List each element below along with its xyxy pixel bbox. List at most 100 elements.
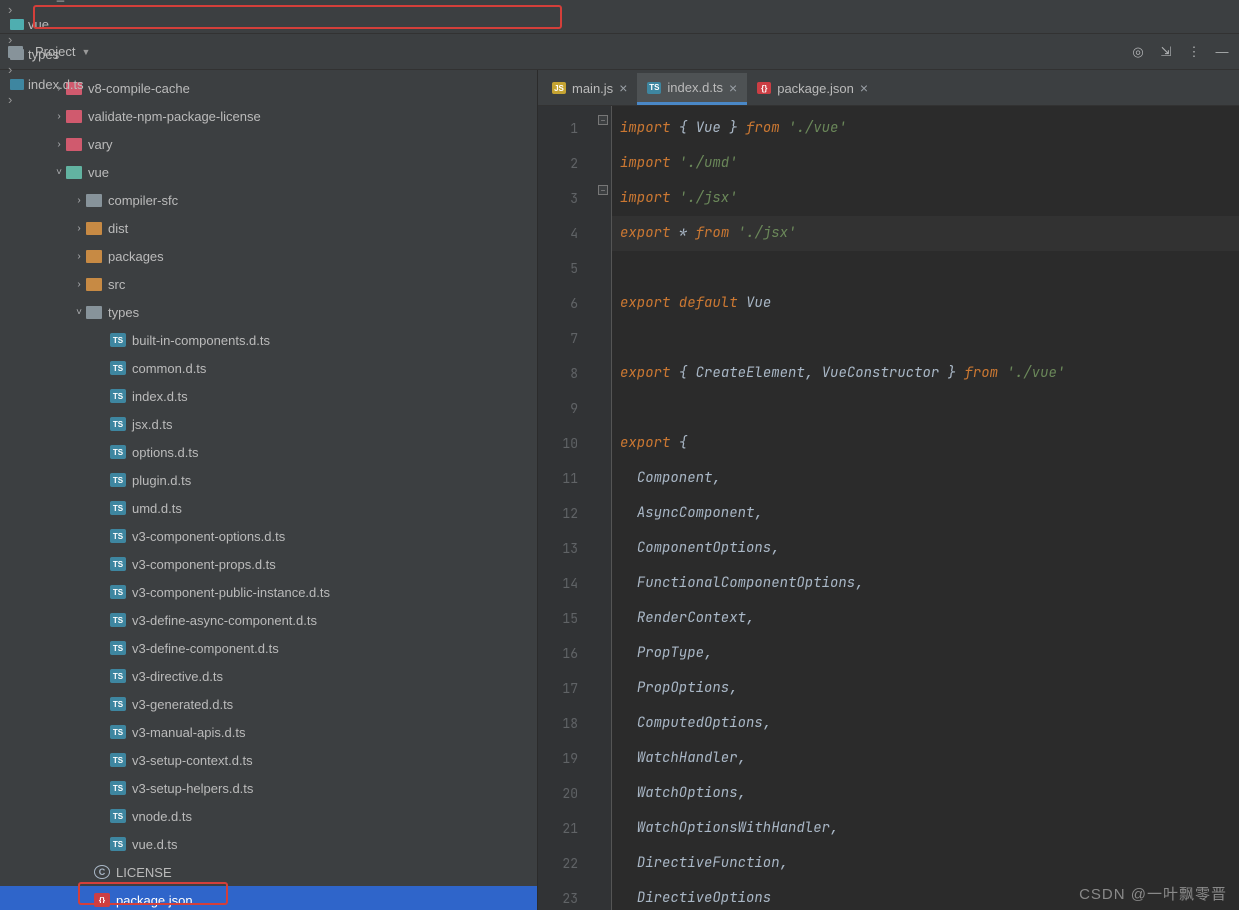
breadcrumb-item[interactable]: index.d.ts — [6, 77, 117, 92]
code-line[interactable]: export { CreateElement, VueConstructor }… — [620, 364, 1065, 382]
tree-item[interactable]: TSv3-generated.d.ts — [0, 690, 537, 718]
ts-file-icon: TS — [110, 417, 126, 431]
tree-item[interactable]: TSv3-setup-helpers.d.ts — [0, 774, 537, 802]
tree-label: packages — [108, 249, 164, 264]
license-icon: C — [94, 865, 110, 879]
tree-label: types — [108, 305, 139, 320]
tree-label: vue.d.ts — [132, 837, 178, 852]
code-line[interactable]: export default Vue — [620, 294, 771, 312]
code-line[interactable]: export * from './jsx' — [612, 216, 1239, 251]
line-number: 4 — [538, 216, 578, 251]
minimize-icon[interactable]: — — [1213, 43, 1231, 61]
code-line[interactable]: PropOptions, — [620, 679, 738, 697]
code-line[interactable]: import './jsx' — [620, 189, 738, 207]
tree-label: built-in-components.d.ts — [132, 333, 270, 348]
ts-file-icon: TS — [110, 725, 126, 739]
tree-item[interactable]: ›vary — [0, 130, 537, 158]
expand-arrow-icon[interactable]: › — [52, 139, 66, 150]
tree-item[interactable]: TSvnode.d.ts — [0, 802, 537, 830]
tree-item[interactable]: ›src — [0, 270, 537, 298]
code-line[interactable]: Component, — [620, 469, 721, 487]
expand-arrow-icon[interactable]: › — [72, 279, 86, 290]
code-line[interactable]: DirectiveFunction, — [620, 854, 788, 872]
code-line[interactable]: PropType, — [620, 644, 712, 662]
code-line[interactable]: AsyncComponent, — [620, 504, 763, 522]
chevron-right-icon: › — [6, 62, 14, 77]
editor-tab[interactable]: JSmain.js× — [542, 73, 637, 105]
tree-item[interactable]: TSoptions.d.ts — [0, 438, 537, 466]
tree-item[interactable]: TSv3-define-component.d.ts — [0, 634, 537, 662]
line-number: 9 — [538, 391, 578, 426]
tree-item[interactable]: TS built-in-components.d.ts — [0, 326, 537, 354]
more-icon[interactable]: ⋮ — [1185, 43, 1203, 61]
tree-item[interactable]: › compiler-sfc — [0, 186, 537, 214]
code-line[interactable]: import { Vue } from './vue' — [620, 119, 847, 137]
line-number: 5 — [538, 251, 578, 286]
tree-item[interactable]: TS vue.d.ts — [0, 830, 537, 858]
code-line[interactable]: import './umd' — [620, 154, 738, 172]
code-line[interactable]: ComponentOptions, — [620, 539, 780, 557]
tree-item[interactable]: ›dist — [0, 214, 537, 242]
tree-item[interactable]: TS plugin.d.ts — [0, 466, 537, 494]
code-line[interactable]: RenderContext, — [620, 609, 754, 627]
tree-item[interactable]: ˅vue — [0, 158, 537, 186]
expand-arrow-icon[interactable]: › — [52, 111, 66, 122]
tree-item[interactable]: TSv3-component-public-instance.d.ts — [0, 578, 537, 606]
breadcrumb-item[interactable]: vue — [6, 17, 117, 32]
tree-item[interactable]: ˅ types — [0, 298, 537, 326]
tree-item[interactable]: TSv3-component-props.d.ts — [0, 550, 537, 578]
folder-icon — [86, 278, 102, 291]
tree-item[interactable]: TSv3-setup-context.d.ts — [0, 746, 537, 774]
breadcrumb-item[interactable]: types — [6, 47, 117, 62]
ts-file-icon: TS — [110, 473, 126, 487]
project-tree[interactable]: ›v8-compile-cache›validate-npm-package-l… — [0, 70, 538, 910]
tree-item[interactable]: TSv3-define-async-component.d.ts — [0, 606, 537, 634]
expand-arrow-icon[interactable]: › — [72, 251, 86, 262]
code-line[interactable]: export { — [620, 434, 687, 452]
tree-label: v3-component-props.d.ts — [132, 557, 276, 572]
ts-file-icon: TS — [110, 781, 126, 795]
expand-arrow-icon[interactable]: ˅ — [52, 167, 66, 178]
ts-file-icon: TS — [110, 613, 126, 627]
tree-item[interactable]: {}package.json — [0, 886, 537, 910]
fold-marker-icon[interactable]: − — [598, 185, 608, 195]
close-icon[interactable]: × — [860, 80, 868, 96]
tree-item[interactable]: CLICENSE — [0, 858, 537, 886]
tree-label: v3-define-component.d.ts — [132, 641, 279, 656]
code-line[interactable]: ComputedOptions, — [620, 714, 771, 732]
breadcrumb-label: vue — [28, 17, 49, 32]
tree-item[interactable]: TSv3-directive.d.ts — [0, 662, 537, 690]
line-number: 10 — [538, 426, 578, 461]
code-line[interactable]: WatchHandler, — [620, 749, 746, 767]
close-icon[interactable]: × — [729, 80, 737, 96]
fold-column[interactable]: − − — [596, 106, 612, 910]
line-gutter: 123456789101112131415161718192021222324 — [538, 106, 596, 910]
code-line[interactable]: FunctionalComponentOptions, — [620, 574, 864, 592]
tree-item[interactable]: › packages — [0, 242, 537, 270]
editor-tab[interactable]: {}package.json× — [747, 73, 878, 105]
breadcrumb-item[interactable]: node_modules — [6, 0, 117, 2]
tree-label: compiler-sfc — [108, 193, 178, 208]
ts-file-icon: TS — [110, 333, 126, 347]
code-line[interactable]: DirectiveOptions — [620, 889, 771, 907]
expand-arrow-icon[interactable]: › — [72, 223, 86, 234]
tree-label: plugin.d.ts — [132, 473, 191, 488]
ts-file-icon: TS — [110, 837, 126, 851]
tree-item[interactable]: TSumd.d.ts — [0, 494, 537, 522]
target-icon[interactable]: ◎ — [1129, 43, 1147, 61]
code-content[interactable]: import { Vue } from './vue' import './um… — [612, 106, 1239, 910]
tree-item[interactable]: TSindex.d.ts — [0, 382, 537, 410]
close-icon[interactable]: × — [619, 80, 627, 96]
tree-item[interactable]: TScommon.d.ts — [0, 354, 537, 382]
editor-tab[interactable]: TSindex.d.ts× — [637, 73, 747, 105]
fold-marker-icon[interactable]: − — [598, 115, 608, 125]
tree-item[interactable]: TSv3-component-options.d.ts — [0, 522, 537, 550]
collapse-icon[interactable]: ⇲ — [1157, 43, 1175, 61]
expand-arrow-icon[interactable]: ˅ — [72, 307, 86, 318]
line-number: 18 — [538, 706, 578, 741]
code-line[interactable]: WatchOptionsWithHandler, — [620, 819, 838, 837]
tree-item[interactable]: TSv3-manual-apis.d.ts — [0, 718, 537, 746]
code-line[interactable]: WatchOptions, — [620, 784, 746, 802]
expand-arrow-icon[interactable]: › — [72, 195, 86, 206]
tree-item[interactable]: TSjsx.d.ts — [0, 410, 537, 438]
